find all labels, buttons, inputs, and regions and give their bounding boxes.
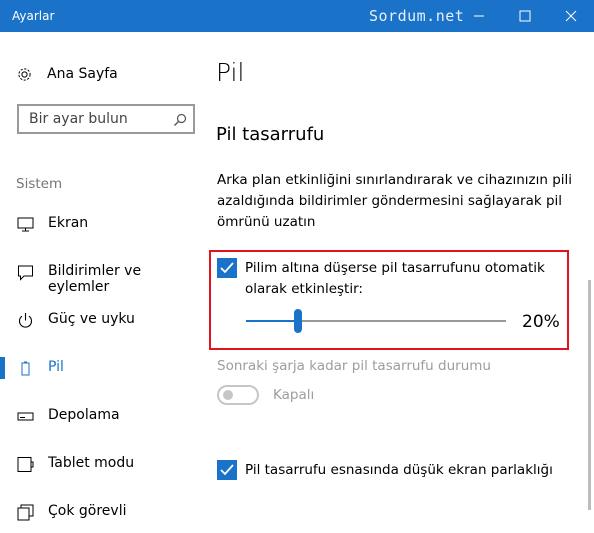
gear-icon bbox=[18, 67, 31, 81]
tablet-icon bbox=[17, 457, 34, 472]
page-title: Pil bbox=[216, 58, 245, 87]
lower-brightness-label: Pil tasarrufu esnasında düşük ekran parl… bbox=[245, 462, 553, 478]
sidebar-item-guc[interactable]: Güç ve uyku bbox=[0, 305, 200, 335]
home-label: Ana Sayfa bbox=[47, 66, 118, 82]
battery-icon bbox=[21, 361, 30, 376]
minimize-button[interactable] bbox=[456, 0, 502, 32]
checkmark-icon bbox=[220, 262, 234, 274]
minimize-icon bbox=[474, 15, 484, 17]
window-title: Ayarlar bbox=[12, 9, 55, 23]
storage-icon bbox=[17, 412, 34, 421]
monitor-icon bbox=[17, 217, 34, 232]
slider-thumb[interactable] bbox=[294, 309, 302, 333]
lower-brightness-checkbox[interactable] bbox=[217, 460, 237, 480]
sidebar-item-label: Ekran bbox=[48, 215, 89, 231]
sidebar-item-label: Çok görevli bbox=[48, 503, 127, 519]
sidebar-item-label: Pil bbox=[48, 359, 64, 375]
auto-saver-checkbox[interactable] bbox=[217, 258, 237, 278]
close-button[interactable] bbox=[548, 0, 594, 32]
sidebar: Ana Sayfa Sistem Ekran Bildirimler ve ey… bbox=[0, 32, 200, 533]
main-content: Pil Pil tasarrufu Arka plan etkinliğini … bbox=[200, 32, 594, 533]
section-title: Pil tasarrufu bbox=[216, 124, 325, 145]
search-box[interactable] bbox=[17, 104, 195, 134]
toggle-knob bbox=[223, 390, 233, 400]
toggle-state-label: Kapalı bbox=[273, 387, 315, 403]
sidebar-item-label: Güç ve uyku bbox=[48, 311, 135, 327]
section-label: Sistem bbox=[16, 176, 63, 192]
sidebar-item-label: Tablet modu bbox=[48, 455, 135, 471]
status-label: Sonraki şarja kadar pil tasarrufu durumu bbox=[217, 358, 491, 374]
sidebar-item-label: Depolama bbox=[48, 407, 120, 423]
scrollbar[interactable] bbox=[588, 280, 591, 510]
maximize-icon bbox=[519, 10, 531, 22]
active-indicator bbox=[0, 357, 5, 379]
checkmark-icon bbox=[220, 464, 234, 476]
sidebar-item-bildirimler[interactable]: Bildirimler ve eylemler bbox=[0, 257, 200, 295]
notification-icon bbox=[18, 265, 33, 281]
sidebar-item-label: Bildirimler ve eylemler bbox=[48, 263, 142, 295]
search-input[interactable] bbox=[29, 111, 169, 127]
description-text: Arka plan etkinliğini sınırlandırarak ve… bbox=[217, 172, 573, 230]
close-icon bbox=[565, 10, 577, 22]
home-link[interactable]: Ana Sayfa bbox=[16, 64, 118, 84]
title-bar: Ayarlar Sordum.net bbox=[0, 0, 594, 32]
slider-value: 20% bbox=[522, 312, 560, 332]
multitask-icon bbox=[17, 504, 34, 521]
power-icon bbox=[18, 313, 33, 328]
battery-saver-toggle[interactable] bbox=[217, 385, 259, 405]
sidebar-item-depolama[interactable]: Depolama bbox=[0, 401, 200, 431]
sidebar-item-ekran[interactable]: Ekran bbox=[0, 209, 200, 239]
sidebar-item-cok-gorevli[interactable]: Çok görevli bbox=[0, 497, 200, 527]
watermark: Sordum.net bbox=[369, 7, 465, 25]
search-icon[interactable] bbox=[173, 113, 187, 127]
sidebar-item-pil[interactable]: Pil bbox=[0, 353, 200, 383]
maximize-button[interactable] bbox=[502, 0, 548, 32]
sidebar-item-tablet[interactable]: Tablet modu bbox=[0, 449, 200, 479]
auto-saver-label: Pilim altına düşerse pil tasarrufunu oto… bbox=[245, 260, 545, 297]
slider-fill bbox=[246, 320, 298, 322]
